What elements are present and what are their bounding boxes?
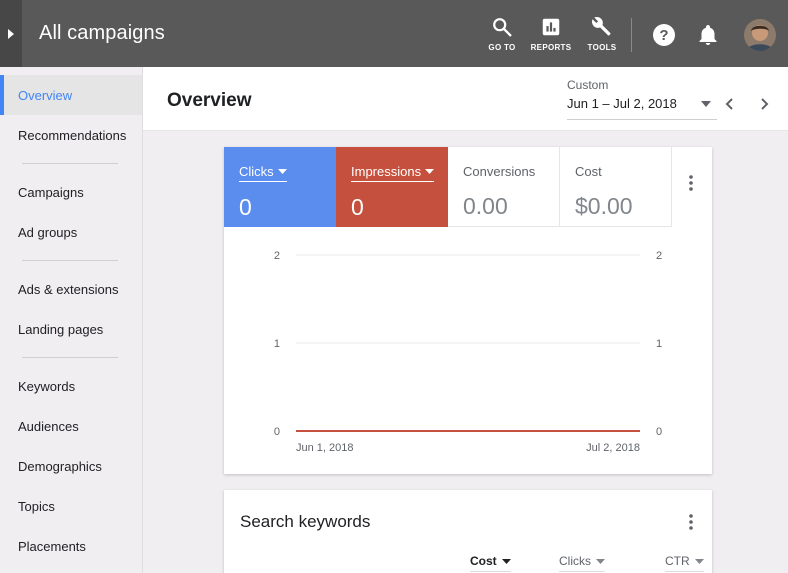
column-header-cost[interactable]: Cost <box>470 554 511 572</box>
metric-clicks-label: Clicks <box>239 164 274 179</box>
column-header-ctr[interactable]: CTR <box>665 554 704 572</box>
date-range-type: Custom <box>567 78 609 92</box>
sidebar-item-ads-extensions[interactable]: Ads & extensions <box>0 269 142 309</box>
search-icon <box>493 18 512 37</box>
metric-conversions[interactable]: Conversions 0.00 <box>448 147 560 227</box>
goto-label: GO TO <box>488 43 516 52</box>
metric-impressions-label: Impressions <box>351 164 422 179</box>
dropdown-arrow-icon <box>277 169 287 174</box>
reports-label: REPORTS <box>530 43 572 52</box>
y-tick-label-left: 2 <box>274 250 280 262</box>
metric-impressions-selector[interactable]: Impressions <box>351 164 435 182</box>
y-tick-label-left: 0 <box>274 426 280 438</box>
avatar-icon <box>744 19 776 51</box>
sidebar-item-topics[interactable]: Topics <box>0 486 142 526</box>
metric-clicks[interactable]: Clicks 0 <box>224 147 336 227</box>
help-icon[interactable]: ? <box>652 23 676 47</box>
column-cost-label: Cost <box>470 554 497 568</box>
sidebar-divider <box>22 260 118 261</box>
metric-clicks-selector[interactable]: Clicks <box>239 164 287 182</box>
user-avatar[interactable] <box>744 19 776 51</box>
sidebar-item-placements[interactable]: Placements <box>0 526 142 566</box>
performance-card: Clicks 0 Impressions 0 Conversions 0.00 … <box>224 147 712 474</box>
column-ctr-label: CTR <box>665 554 690 568</box>
page-header: Overview Custom Jun 1 – Jul 2, 2018 <box>143 67 788 131</box>
x-tick-label: Jun 1, 2018 <box>296 442 354 454</box>
sidebar-item-recommendations[interactable]: Recommendations <box>0 115 142 155</box>
sort-arrow-icon <box>501 558 511 564</box>
metric-impressions-value: 0 <box>351 194 364 220</box>
column-header-clicks[interactable]: Clicks <box>559 554 605 572</box>
svg-text:?: ? <box>659 27 668 44</box>
search-keywords-title: Search keywords <box>240 512 371 531</box>
app-title: All campaigns <box>39 22 165 44</box>
metric-conversions-value: 0.00 <box>463 193 508 219</box>
wrench-icon <box>592 17 611 36</box>
sidebar-item-ad-groups[interactable]: Ad groups <box>0 212 142 252</box>
y-tick-label-right: 2 <box>656 250 662 262</box>
y-tick-label-right: 0 <box>656 426 662 438</box>
tools-button[interactable]: TOOLS <box>580 16 624 56</box>
previous-period-icon[interactable] <box>723 97 737 111</box>
date-range-picker[interactable]: Jun 1 – Jul 2, 2018 <box>567 96 717 120</box>
dropdown-arrow-icon <box>596 558 605 564</box>
metric-cost-label: Cost <box>575 164 602 179</box>
sidebar-toggle-button[interactable] <box>0 0 22 67</box>
sidebar-item-demographics[interactable]: Demographics <box>0 446 142 486</box>
more-options-icon[interactable] <box>689 514 693 530</box>
sidebar: Overview Recommendations Campaigns Ad gr… <box>0 67 143 573</box>
y-tick-label-left: 1 <box>274 338 280 350</box>
sidebar-item-overview[interactable]: Overview <box>0 75 142 115</box>
search-keywords-card: Search keywords Cost Clicks CTR <box>224 490 712 573</box>
sidebar-item-keywords[interactable]: Keywords <box>0 366 142 406</box>
sidebar-item-landing-pages[interactable]: Landing pages <box>0 309 142 349</box>
metric-clicks-value: 0 <box>239 194 252 220</box>
reports-icon <box>542 18 560 36</box>
metric-impressions[interactable]: Impressions 0 <box>336 147 448 227</box>
x-tick-label: Jul 2, 2018 <box>586 442 640 454</box>
performance-chart: 0 1 2 0 1 2 Jun 1, 2018 Jul 2, 2018 <box>274 250 662 454</box>
sidebar-divider <box>22 357 118 358</box>
more-options-icon[interactable] <box>689 175 693 191</box>
bell-icon[interactable] <box>696 23 720 47</box>
sidebar-item-campaigns[interactable]: Campaigns <box>0 172 142 212</box>
top-bar: All campaigns GO TO REPORTS TOOLS ? <box>0 0 788 67</box>
metric-cost[interactable]: Cost $0.00 <box>560 147 672 227</box>
dropdown-arrow-icon <box>701 101 711 107</box>
chevron-right-icon <box>8 28 14 39</box>
date-range-value: Jun 1 – Jul 2, 2018 <box>567 96 677 111</box>
sidebar-item-audiences[interactable]: Audiences <box>0 406 142 446</box>
sidebar-divider <box>22 163 118 164</box>
dropdown-arrow-icon <box>425 169 435 174</box>
toolbar-divider <box>631 18 632 52</box>
page-title: Overview <box>167 90 252 111</box>
y-tick-label-right: 1 <box>656 338 662 350</box>
next-period-icon[interactable] <box>757 97 771 111</box>
reports-button[interactable]: REPORTS <box>529 16 573 56</box>
dropdown-arrow-icon <box>694 558 704 564</box>
metric-conversions-label: Conversions <box>463 164 536 179</box>
column-clicks-label: Clicks <box>559 554 591 568</box>
goto-button[interactable]: GO TO <box>480 16 524 56</box>
tools-label: TOOLS <box>587 43 617 52</box>
metric-cost-value: $0.00 <box>575 193 633 219</box>
